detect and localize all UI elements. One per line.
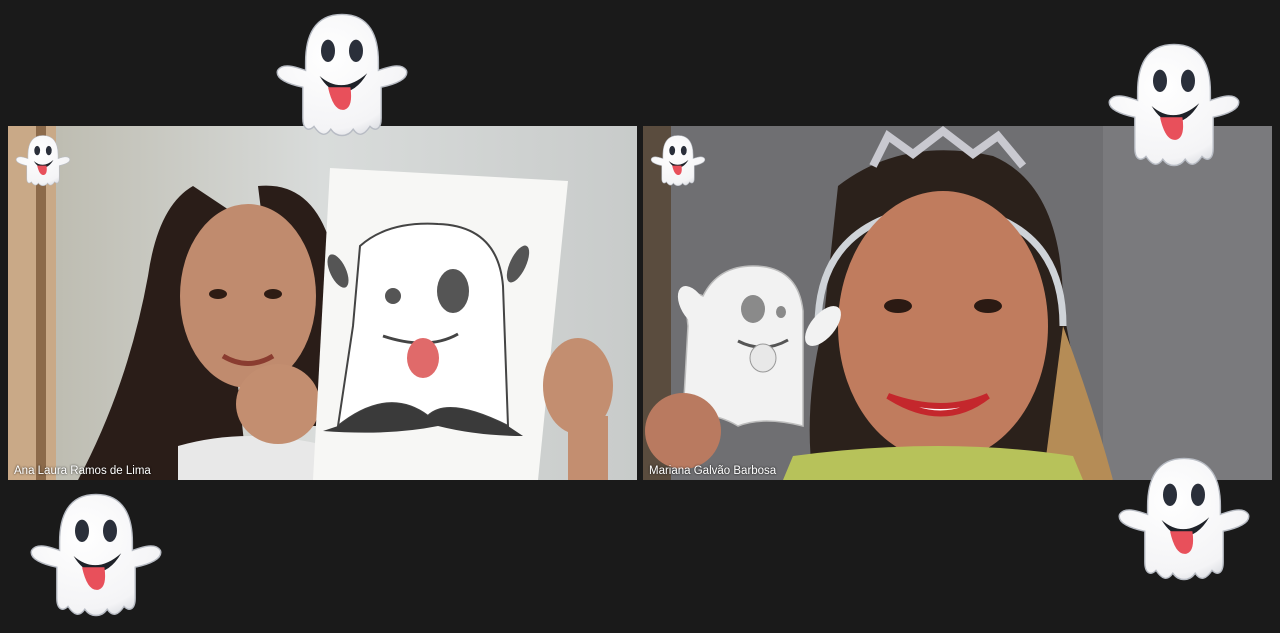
participant-video-2 — [643, 126, 1272, 480]
participant-tile-2[interactable]: Mariana Galvão Barbosa — [643, 126, 1272, 480]
ghost-icon — [14, 132, 72, 190]
ghost-reaction-icon — [272, 6, 412, 146]
ghost-reaction-icon — [26, 486, 166, 626]
ghost-reaction-icon — [1114, 450, 1254, 590]
participant-tile-1[interactable]: Ana Laura Ramos de Lima — [8, 126, 637, 480]
ghost-icon — [649, 132, 707, 190]
ghost-reaction-icon — [1104, 36, 1244, 176]
video-gallery: Ana Laura Ramos de Lima Mariana Galvão B… — [0, 0, 1280, 633]
participant-name-label: Mariana Galvão Barbosa — [649, 465, 777, 477]
participant-video-1 — [8, 126, 637, 480]
participant-name-label: Ana Laura Ramos de Lima — [14, 465, 151, 477]
